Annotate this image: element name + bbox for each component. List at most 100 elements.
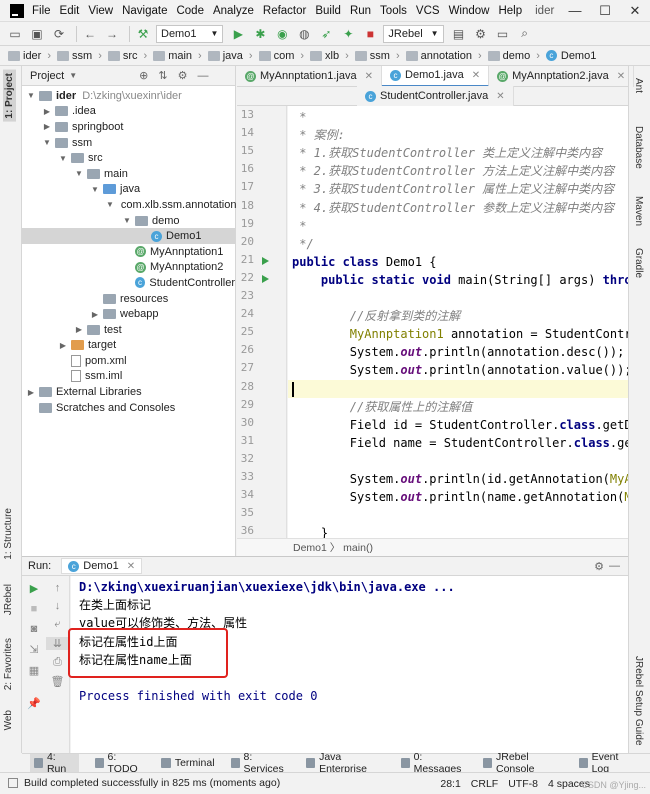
print-icon[interactable]: ⎙ [46,656,69,669]
collapsed-arrow-icon[interactable]: ▶ [26,388,36,397]
breadcrumb-item[interactable]: src › [107,50,147,62]
save-icon[interactable]: ▣ [28,25,46,43]
breadcrumb-item[interactable]: demo › [487,50,540,62]
tree-item[interactable]: ssm.iml [22,369,235,385]
stop-icon[interactable]: ■ [361,25,379,43]
breadcrumb-item[interactable]: c Demo1 [545,50,596,62]
menu-item-refactor[interactable]: Refactor [263,5,306,17]
editor-tab[interactable]: @ MyAnnptation2.java ✕ [489,65,635,87]
run-config-select[interactable]: Demo1 ▼ [156,24,224,43]
breadcrumb-item[interactable]: ider › [8,50,51,62]
exit-icon[interactable]: ⇲ [22,643,46,656]
expanded-arrow-icon[interactable]: ▼ [106,200,114,209]
profile-icon[interactable]: ◍ [295,25,313,43]
jrebel-tool-tab[interactable]: JRebel [3,584,14,615]
line-separator[interactable]: CRLF [471,778,498,790]
expanded-arrow-icon[interactable]: ▼ [74,169,84,178]
menu-item-tools[interactable]: Tools [380,5,407,17]
up-arrow-icon[interactable]: ↑ [46,582,69,594]
tree-item[interactable]: resources [22,291,235,307]
expanded-arrow-icon[interactable]: ▼ [90,185,100,194]
breadcrumb-item[interactable]: java › [207,50,253,62]
code-editor[interactable]: * * 案例: * 1.获取StudentController 类上定义注解中类… [288,106,628,538]
project-structure-icon[interactable]: ▤ [450,25,468,43]
close-icon[interactable]: ✕ [472,70,480,81]
expanded-arrow-icon[interactable]: ▼ [42,138,52,147]
breadcrumb-item[interactable]: com › [258,50,304,62]
run-tab[interactable]: c Demo1 ✕ [61,558,143,574]
tree-item[interactable]: ▼ ssm [22,135,235,151]
status-message[interactable]: Build completed successfully in 825 ms (… [24,777,280,789]
soft-wrap-icon[interactable]: ⤶ [46,618,69,631]
breadcrumb-item[interactable]: annotation › [405,50,482,62]
database-tool-tab[interactable]: Database [633,126,644,169]
debug-icon[interactable]: ✱ [251,25,269,43]
down-arrow-icon[interactable]: ↓ [46,600,69,612]
menu-item-help[interactable]: Help [498,5,522,17]
hide-icon[interactable]: — [197,70,208,82]
collapsed-arrow-icon[interactable]: ▶ [58,341,68,350]
settings-icon[interactable]: ⚙ [472,25,490,43]
editor-tab[interactable]: @ MyAnnptation1.java ✕ [237,65,383,87]
close-icon[interactable]: ✕ [127,561,135,572]
tree-item[interactable]: ▼ src [22,150,235,166]
scroll-end-icon[interactable]: ⇊ [46,637,69,650]
terminal-icon[interactable]: ▭ [494,25,512,43]
run-icon[interactable]: ▶ [229,25,247,43]
jrebel-debug-icon[interactable]: ✦ [339,25,357,43]
collapsed-arrow-icon[interactable]: ▶ [42,122,52,131]
tree-item[interactable]: ▶ springboot [22,119,235,135]
maven-tool-tab[interactable]: Maven [633,196,644,226]
web-tool-tab[interactable]: Web [3,710,14,730]
maximize-button[interactable]: ☐ [590,0,620,22]
tree-item[interactable]: ▼ demo [22,213,235,229]
search-icon[interactable]: ⌕ [516,25,534,43]
jrebel-select[interactable]: JRebel ▼ [383,24,444,43]
hide-icon[interactable]: — [609,560,620,572]
editor-crumb-text[interactable]: Demo1 〉 main() [293,540,373,555]
close-button[interactable]: ✕ [620,0,650,22]
breadcrumb-item[interactable]: main › [153,50,202,62]
gear-icon[interactable]: ⚙ [178,69,188,82]
menu-item-build[interactable]: Build [315,5,341,17]
menu-item-code[interactable]: Code [176,5,204,17]
camera-icon[interactable]: ◙ [22,623,46,635]
collapsed-arrow-icon[interactable]: ▶ [90,310,100,319]
close-icon[interactable]: ✕ [617,71,625,82]
collapsed-arrow-icon[interactable]: ▶ [42,107,52,116]
collapse-icon[interactable]: ⇅ [158,69,167,82]
close-icon[interactable]: ✕ [496,91,504,102]
file-encoding[interactable]: UTF-8 [508,778,538,790]
tree-item[interactable]: ▼ main [22,166,235,182]
tree-item[interactable]: @ MyAnnptation1 [22,244,235,260]
bottom-tab[interactable]: Terminal [160,757,215,769]
tree-item[interactable]: ▶ webapp [22,306,235,322]
gear-icon[interactable]: ⚙ [594,560,604,573]
tree-item[interactable]: pom.xml [22,353,235,369]
tree-item[interactable]: ▼ com.xlb.ssm.annotation [22,197,236,213]
menu-item-vcs[interactable]: VCS [416,5,440,17]
ant-tool-tab[interactable]: Ant [633,78,644,93]
jrebel-run-icon[interactable]: ➶ [317,25,335,43]
tree-item[interactable]: ▶ target [22,338,235,354]
rerun-icon[interactable]: ▶ [22,582,46,595]
coverage-icon[interactable]: ◉ [273,25,291,43]
cursor-position[interactable]: 28:1 [440,778,460,790]
chevron-down-icon[interactable]: ▼ [69,71,77,80]
tree-item[interactable]: ▼ java [22,182,235,198]
menu-item-run[interactable]: Run [350,5,371,17]
forward-arrow-icon[interactable]: → [103,25,121,43]
menu-item-view[interactable]: View [88,5,113,17]
tree-item[interactable]: ▼ ider D:\zking\xuexinr\ider [22,88,235,104]
menu-item-edit[interactable]: Edit [60,5,80,17]
trash-icon[interactable]: 🗑 [46,675,69,688]
tree-item[interactable]: c StudentController [22,275,235,291]
pin-icon[interactable]: 📌 [22,697,46,710]
stop-icon[interactable]: ■ [22,603,46,615]
minimize-button[interactable]: — [560,0,590,22]
open-folder-icon[interactable]: ▭ [6,25,24,43]
expanded-arrow-icon[interactable]: ▼ [122,216,132,225]
build-hammer-icon[interactable]: ⚒ [134,25,152,43]
expanded-arrow-icon[interactable]: ▼ [26,91,36,100]
expanded-arrow-icon[interactable]: ▼ [58,154,68,163]
